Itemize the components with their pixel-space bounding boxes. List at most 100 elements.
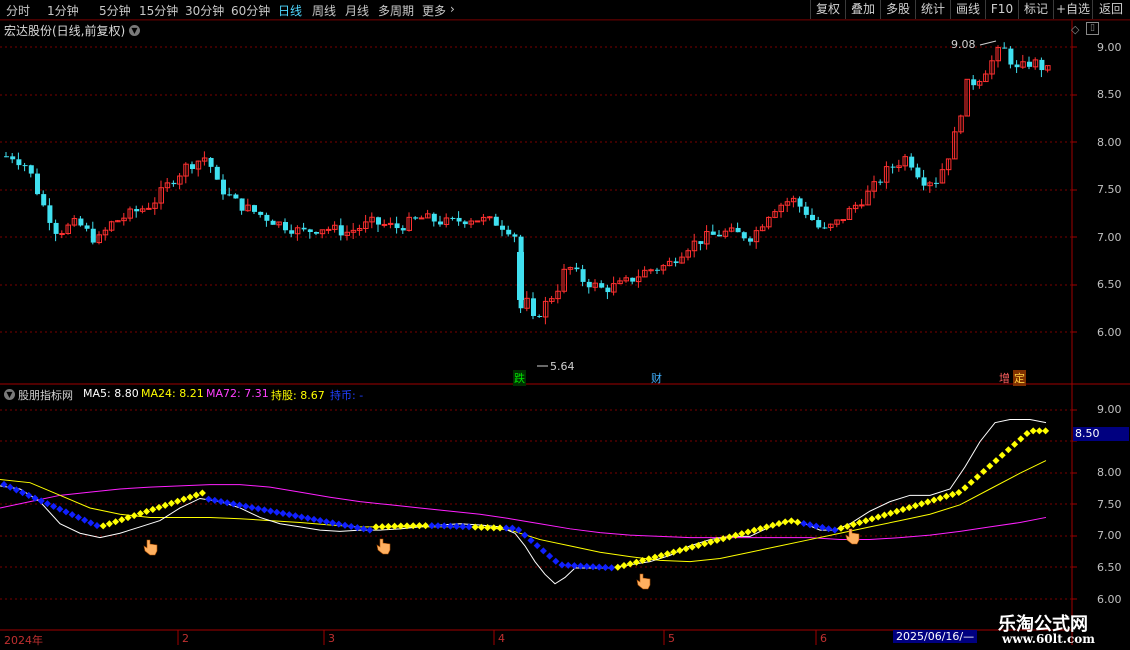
hold-signal-dot [663, 550, 671, 558]
hold-signal-dot [862, 517, 870, 525]
time-axis-label: 2024年 [4, 634, 43, 647]
hold-signal-dot [236, 501, 244, 509]
candle-body [630, 277, 636, 282]
hold-signal-dot [81, 516, 89, 524]
candle-body [450, 217, 456, 219]
candle-body [314, 232, 319, 234]
hold-signal-dot [422, 522, 430, 530]
hold-signal-dot [614, 563, 622, 571]
hold-signal-dot [837, 524, 845, 532]
hold-signal-dot [1035, 427, 1043, 435]
candle-body [53, 222, 59, 234]
hold-signal-dot [366, 526, 374, 534]
candle-body [84, 225, 90, 229]
ma72-label: MA72: 7.31 [206, 387, 269, 400]
candle-body [264, 214, 270, 221]
hold-signal-dot [112, 518, 120, 526]
hold-signal-dot [298, 513, 306, 521]
current-value-badge: 8.50 [1073, 427, 1129, 441]
event-marker-fixed[interactable]: 定 [1013, 370, 1026, 386]
hold-signal-dot [781, 518, 789, 526]
hold-signal-dot [446, 522, 454, 530]
candle-body [915, 167, 921, 178]
candle-body [648, 269, 654, 272]
candle-body [493, 216, 499, 226]
indicator-name[interactable]: 股朋指标网 [18, 387, 73, 403]
hold-signal-dot [583, 562, 591, 570]
hold-signal-dot [490, 524, 498, 532]
event-marker-finance[interactable]: 财 [651, 370, 662, 386]
hold-signal-dot [856, 519, 864, 527]
hold-signal-dot [496, 524, 504, 532]
candle-body [456, 217, 462, 222]
candle-body [859, 204, 865, 207]
hold-signal-dot [936, 494, 944, 502]
candle-body [227, 194, 233, 196]
price-tick: 6.00 [1097, 326, 1122, 339]
diamond-icon[interactable]: ◇ [1071, 23, 1079, 36]
hold-signal-dot [887, 509, 895, 517]
hold-signal-dot [1004, 446, 1012, 454]
event-marker-fall[interactable]: 跌 [513, 370, 526, 386]
candle-body [474, 220, 481, 223]
hold-signal-dot [167, 499, 175, 507]
candle-body [605, 287, 611, 293]
hold-signal-dot [942, 492, 950, 500]
candle-body [376, 217, 381, 225]
hold-signal-dot [626, 560, 634, 568]
candle-body [258, 211, 264, 215]
candle-body [418, 217, 425, 220]
indicator-tick: 6.50 [1097, 561, 1122, 574]
hold-signal-dot [74, 513, 82, 521]
candle-body [934, 182, 939, 184]
hold-signal-dot [980, 467, 988, 476]
candle-body [47, 205, 53, 223]
hold-signal-dot [335, 520, 343, 528]
candle-body [462, 221, 468, 225]
hold-signal-dot [831, 526, 839, 534]
hold-signal-dot [118, 516, 126, 524]
hold-signal-dot [539, 547, 547, 555]
hold-signal-dot [56, 505, 64, 513]
hold-signal-dot [756, 525, 764, 533]
hold-signal-dot [130, 512, 138, 520]
hold-signal-dot [552, 557, 560, 565]
hold-signal-dot [911, 502, 919, 510]
candle-body [655, 269, 660, 271]
hold-signal-dot [434, 522, 442, 530]
candle-body [1002, 47, 1008, 49]
candle-body [822, 227, 828, 229]
hold-signal-dot [205, 495, 213, 503]
candle-body [301, 227, 307, 230]
kline-chart-canvas[interactable] [0, 0, 1130, 650]
hold-signal-dot [769, 521, 777, 529]
candle-body [171, 182, 177, 185]
candle-body [214, 166, 220, 180]
candle-body [506, 229, 512, 235]
window-icon[interactable]: ▯ [1086, 22, 1099, 35]
hold-signal-dot [992, 457, 1000, 465]
ma24-label: MA24: 8.21 [141, 387, 204, 400]
candle-body [512, 234, 518, 237]
candle-body [438, 221, 443, 225]
indicator-tick: 8.00 [1097, 466, 1122, 479]
price-tick: 8.00 [1097, 136, 1122, 149]
candle-body [1027, 61, 1032, 67]
candle-body [10, 156, 16, 160]
hold-signal-dot [248, 503, 256, 512]
candle-body [673, 261, 679, 264]
chevron-down-icon[interactable]: ▼ [4, 389, 15, 400]
hold-signal-dot [558, 561, 566, 569]
hold-signal-dot [961, 484, 969, 492]
time-axis-label: 2 [182, 632, 189, 645]
hold-signal-dot [589, 563, 597, 571]
chevron-down-icon[interactable]: ▼ [129, 25, 140, 36]
hold-signal-dot [360, 525, 368, 533]
hold-signal-dot [68, 511, 76, 519]
hold-signal-dot [242, 502, 250, 510]
hold-signal-dot [19, 489, 27, 497]
hold-signal-dot [217, 498, 225, 506]
hold-signal-dot [316, 517, 324, 525]
event-marker-increase[interactable]: 增 [999, 370, 1010, 386]
candle-body [717, 234, 722, 237]
